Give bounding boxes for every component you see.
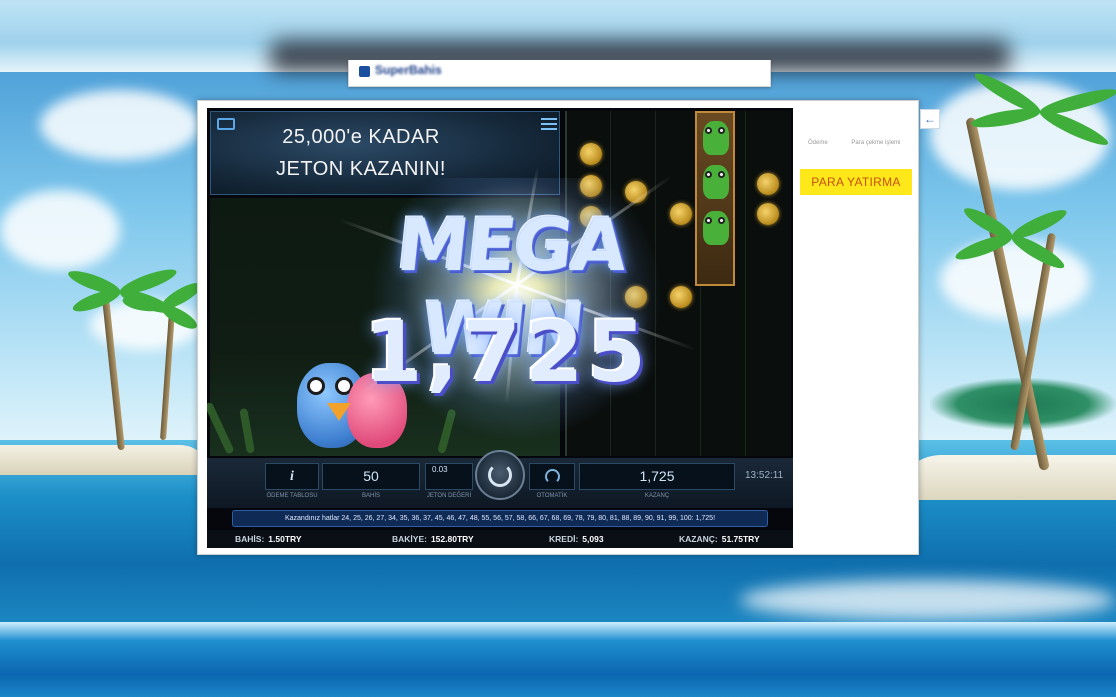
status-bet: BAHİS: 1.50TRY	[235, 534, 302, 544]
wave-foam	[740, 580, 1116, 620]
autoplay-icon	[545, 469, 560, 484]
cloud	[40, 90, 200, 160]
clock: 13:52:11	[745, 470, 784, 481]
site-logo-icon	[359, 66, 370, 77]
win-caption: KAZANÇ	[644, 493, 670, 499]
coin-symbol	[757, 203, 779, 225]
promo-line-1: 25,000'e KADAR	[282, 126, 440, 148]
big-win-amount: 1,725	[364, 303, 650, 401]
sand-right	[896, 455, 1116, 500]
alien-symbol	[703, 121, 729, 155]
menu-icon[interactable]	[541, 118, 557, 130]
wild-alien-reel	[695, 111, 735, 286]
status-bar: BAHİS: 1.50TRY BAKİYE: 152.80TRY KREDİ: 5,0…	[207, 530, 793, 548]
status-balance: BAKİYE: 152.80TRY	[392, 534, 474, 544]
back-arrow-icon[interactable]: ←	[920, 109, 940, 129]
bet-caption: BAHİS	[361, 493, 380, 499]
owl-beak	[327, 403, 351, 421]
payment-link[interactable]: Ödeme	[808, 140, 828, 146]
win-display: 1,725	[579, 463, 735, 490]
cloud	[0, 190, 120, 270]
alien-symbol	[703, 211, 729, 245]
control-bar: i ÖDEME TABLOSU 50 BAHİS 0.03 JETON DEĞE…	[207, 450, 793, 508]
tab-title: SuperBahis	[375, 63, 442, 77]
spin-button[interactable]	[475, 450, 525, 500]
info-caption: ÖDEME TABLOSU	[266, 493, 318, 499]
coin-symbol	[757, 173, 779, 195]
slot-game: 25,000'e KADAR JETON KAZANIN! MEGA WIN 1…	[207, 108, 793, 548]
coin-symbol	[580, 143, 602, 165]
deposit-button[interactable]: PARA YATIRMA	[800, 169, 912, 195]
alien-symbol	[703, 165, 729, 199]
sand-left	[0, 445, 210, 475]
status-win: KAZANÇ: 51.75TRY	[679, 534, 760, 544]
coin-value-selector[interactable]: 0.03	[425, 463, 473, 490]
browser-tab[interactable]: SuperBahis	[348, 60, 771, 87]
status-credit: KREDİ: 5,093	[549, 534, 604, 544]
winning-lines-message: Kazandınız hatlar 24, 25, 26, 27, 34, 35…	[232, 510, 768, 527]
bet-display[interactable]: 50	[322, 463, 420, 490]
side-panel-links: Ödeme Para çekme işlemi	[808, 140, 922, 146]
info-button[interactable]: i	[265, 463, 319, 490]
withdraw-link[interactable]: Para çekme işlemi	[851, 140, 900, 146]
spin-icon	[488, 463, 512, 487]
autoplay-button[interactable]	[529, 463, 575, 490]
autoplay-caption: OTOMATİK	[536, 493, 568, 499]
bottom-band	[0, 622, 1116, 697]
coin-value-caption: JETON DEĞERİ	[426, 493, 472, 499]
